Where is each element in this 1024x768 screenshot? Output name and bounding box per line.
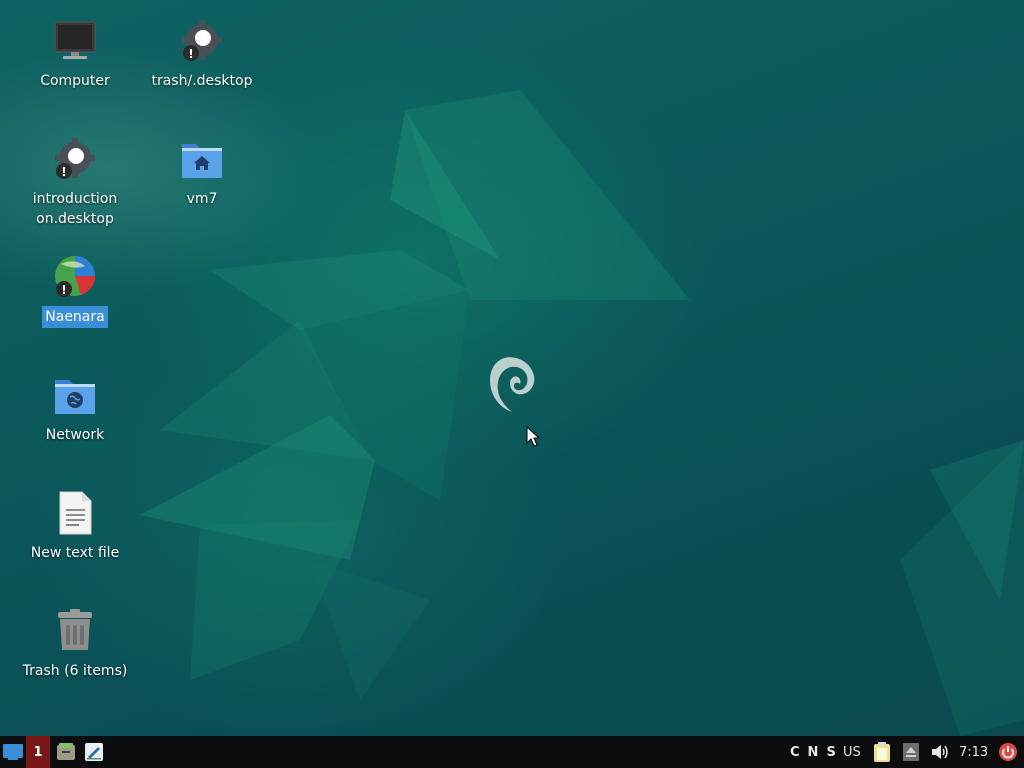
num-lock-indicator: N xyxy=(807,744,819,760)
desktop-icon-new-text-file[interactable]: New text file xyxy=(15,490,135,564)
desktop-icon-label: New text file xyxy=(30,545,120,561)
clock: 7:13 xyxy=(959,744,989,760)
desktop-icon-label: Network xyxy=(45,427,105,443)
trash-can-icon xyxy=(51,608,99,656)
desktop-icon-introduction[interactable]: ! introduction on.desktop xyxy=(15,136,135,230)
text-editor-icon xyxy=(85,743,103,761)
clipboard-icon xyxy=(874,742,890,762)
keyboard-lock-indicators: C N S xyxy=(790,736,844,768)
file-manager-launcher[interactable] xyxy=(52,736,80,768)
desktop-icon-label: introduction on.desktop xyxy=(32,191,118,227)
svg-text:!: ! xyxy=(188,47,193,61)
clipboard-button[interactable] xyxy=(872,736,892,768)
gear-warning-icon: ! xyxy=(178,18,226,66)
desktop-icon-label: trash∕.desktop xyxy=(151,73,253,89)
eject-button[interactable] xyxy=(902,736,920,768)
gear-warning-icon: ! xyxy=(51,136,99,184)
desktop-icon-computer[interactable]: Computer xyxy=(15,18,135,92)
text-file-icon xyxy=(51,490,99,538)
file-manager-icon xyxy=(57,743,75,760)
desktop-icon-label: vm7 xyxy=(186,191,218,207)
scroll-lock-indicator: S xyxy=(826,744,836,760)
power-icon xyxy=(999,743,1017,761)
desktop-icon-vm7[interactable]: vm7 xyxy=(142,136,262,210)
desktop-icon-trash-desktop[interactable]: ! trash∕.desktop xyxy=(142,18,262,92)
svg-text:!: ! xyxy=(61,165,66,179)
desktop-icon-label: Naenara xyxy=(42,306,108,328)
desktop-icon-trash[interactable]: Trash (6 items) xyxy=(15,608,135,682)
eject-icon xyxy=(903,743,919,761)
desktop-icon-network[interactable]: Network xyxy=(15,372,135,446)
taskbar: 1 C N S US 7:13 xyxy=(0,736,1024,768)
keyboard-layout-button[interactable]: US xyxy=(843,736,861,768)
power-button[interactable] xyxy=(998,736,1018,768)
globe-browser-icon: ! xyxy=(51,254,99,302)
monitor-icon xyxy=(51,18,99,66)
text-editor-launcher[interactable] xyxy=(80,736,108,768)
home-folder-icon xyxy=(178,136,226,184)
volume-button[interactable] xyxy=(930,736,950,768)
show-desktop-icon xyxy=(3,744,23,760)
debian-swirl-logo xyxy=(490,357,535,412)
network-folder-icon xyxy=(51,372,99,420)
clock-button[interactable]: 7:13 xyxy=(959,736,988,768)
desktop[interactable]: Computer ! trash∕.desktop ! introduction… xyxy=(0,0,1024,736)
svg-text:!: ! xyxy=(61,283,66,297)
mouse-cursor-icon xyxy=(526,426,541,447)
workspace-1-button[interactable]: 1 xyxy=(26,736,50,768)
workspace-number: 1 xyxy=(33,744,43,760)
desktop-icon-naenara[interactable]: ! Naenara xyxy=(15,254,135,328)
volume-icon xyxy=(932,745,948,759)
desktop-icon-label: Computer xyxy=(40,73,110,89)
keyboard-layout-label: US xyxy=(843,744,861,760)
caps-lock-indicator: C xyxy=(790,744,800,760)
desktop-icon-label: Trash (6 items) xyxy=(22,663,128,679)
show-desktop-button[interactable] xyxy=(0,736,26,768)
